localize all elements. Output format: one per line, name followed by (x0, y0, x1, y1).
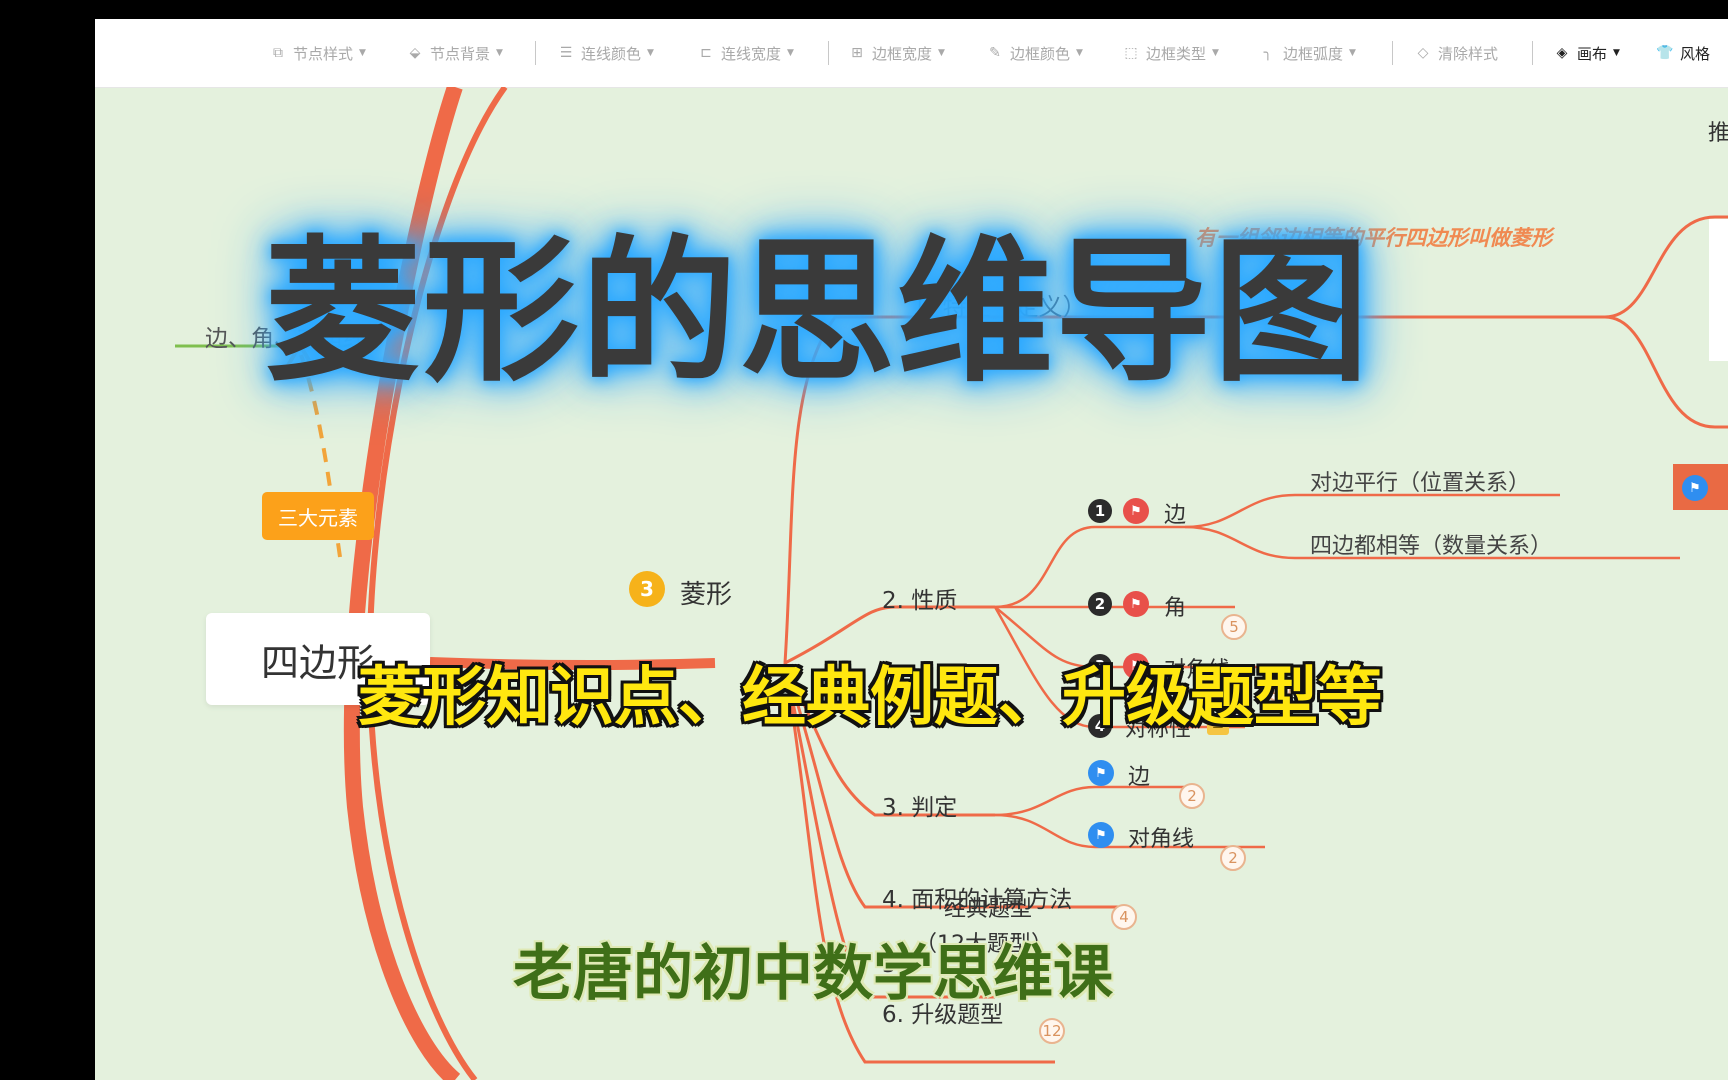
node-background-button[interactable]: ⬙ 节点背景 ▼ (407, 41, 503, 65)
properties-node[interactable]: 2. 性质 (882, 581, 957, 615)
toolbar-divider (1392, 41, 1393, 65)
number-1-badge: 1 (1088, 499, 1112, 523)
style-icon: 👕 (1656, 45, 1674, 61)
border-width-icon: ⊞ (851, 45, 863, 61)
line-width-icon: ⊏ (700, 45, 712, 61)
border-type-icon: ⬚ (1124, 45, 1138, 61)
chevron-down-icon: ▼ (1349, 48, 1356, 58)
video-title-overlay: 菱形的思维导图 (265, 221, 1371, 403)
edge-child-line-1 (1184, 493, 1560, 529)
chevron-down-icon: ▼ (359, 48, 366, 58)
judgment-edge-count-badge[interactable]: 2 (1179, 783, 1205, 809)
prop-edge-line (994, 525, 1185, 609)
chevron-down-icon: ▼ (1613, 48, 1620, 58)
blue-flag-icon: ⚑ (1682, 475, 1708, 501)
judgment-diagonal-count-badge[interactable]: 2 (1220, 845, 1246, 871)
chevron-down-icon: ▼ (1212, 48, 1219, 58)
area-count-badge[interactable]: 4 (1111, 904, 1137, 930)
toolbar-divider (828, 41, 829, 65)
judgment-edge-line (994, 785, 1195, 817)
style-toolbar: ⧉ 节点样式 ▼ ⬙ 节点背景 ▼ ☰ 连线颜色 ▼ ⊏ 连线宽度 ▼ ⊞ 边框宽度 ▼ … (95, 19, 1728, 88)
line-color-button[interactable]: ☰ 连线颜色 ▼ (558, 41, 654, 65)
canvas-button[interactable]: ◈ 画布 ▼ (1554, 41, 1620, 65)
four-sides-equal-node[interactable]: 四边都相等（数量关系） (1310, 528, 1552, 560)
judgment-edge-node[interactable]: 边 (1128, 759, 1150, 791)
top-right-node-fragment[interactable]: 推 (1708, 115, 1728, 147)
canvas-icon: ◈ (1556, 45, 1568, 61)
chevron-down-icon: ▼ (496, 48, 503, 58)
rhombus-node[interactable]: 菱形 (680, 574, 732, 611)
right-edge-card (1709, 219, 1728, 361)
blue-flag-icon: ⚑ (1088, 760, 1114, 786)
chevron-down-icon: ▼ (938, 48, 945, 58)
line-width-button[interactable]: ⊏ 连线宽度 ▼ (698, 41, 794, 65)
clear-style-icon: ◇ (1417, 45, 1429, 61)
node-style-icon: ⧉ (273, 45, 283, 61)
line-color-icon: ☰ (559, 45, 573, 61)
border-color-icon: ✎ (989, 45, 1001, 61)
number-2-badge: 2 (1088, 592, 1112, 616)
rhombus-badge: 3 (629, 571, 665, 607)
judgment-diagonal-node[interactable]: 对角线 (1128, 821, 1194, 853)
border-radius-button[interactable]: ╮ 边框弧度 ▼ (1260, 41, 1356, 65)
node-style-button[interactable]: ⧉ 节点样式 ▼ (270, 41, 366, 65)
border-width-button[interactable]: ⊞ 边框宽度 ▼ (849, 41, 945, 65)
node-background-icon: ⬙ (409, 45, 421, 61)
opposite-sides-parallel-node[interactable]: 对边平行（位置关系） (1310, 465, 1530, 497)
chevron-down-icon: ▼ (787, 48, 794, 58)
prop-angle-node[interactable]: 角 (1164, 590, 1186, 622)
toolbar-divider (535, 41, 536, 65)
upgrade-count-badge[interactable]: 12 (1039, 1018, 1065, 1044)
toolbar-divider (1532, 41, 1533, 65)
border-color-button[interactable]: ✎ 边框颜色 ▼ (987, 41, 1083, 65)
angle-count-badge[interactable]: 5 (1221, 614, 1247, 640)
chevron-down-icon: ▼ (647, 48, 654, 58)
judgment-node[interactable]: 3. 判定 (882, 788, 957, 822)
video-subtitle-overlay: 菱形知识点、经典例题、升级题型等 (358, 661, 1382, 735)
mindmap-app-window: ⧉ 节点样式 ▼ ⬙ 节点背景 ▼ ☰ 连线颜色 ▼ ⊏ 连线宽度 ▼ ⊞ 边框宽度 ▼ … (95, 19, 1728, 1080)
clear-style-button[interactable]: ◇ 清除样式 (1415, 41, 1498, 65)
classic-types-node[interactable]: 经典题型 (944, 891, 1032, 923)
red-flag-icon: ⚑ (1123, 498, 1149, 524)
prop-edge-node[interactable]: 边 (1164, 497, 1186, 529)
border-type-button[interactable]: ⬚ 边框类型 ▼ (1123, 41, 1219, 65)
blue-flag-icon: ⚑ (1088, 822, 1114, 848)
style-button[interactable]: 👕 风格 (1656, 41, 1710, 65)
chevron-down-icon: ▼ (1076, 48, 1083, 58)
red-flag-icon: ⚑ (1123, 591, 1149, 617)
border-radius-icon: ╮ (1263, 45, 1273, 61)
three-elements-tag[interactable]: 三大元素 (262, 492, 374, 540)
channel-name-overlay: 老唐的初中数学思维课 (513, 939, 1113, 1009)
